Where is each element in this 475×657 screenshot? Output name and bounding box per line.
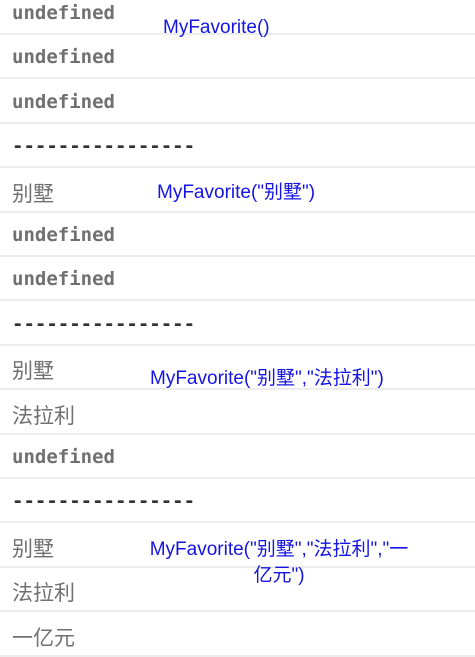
console-row: undefined xyxy=(0,213,475,257)
annotation-call-two-args: MyFavorite("别墅","法拉利") xyxy=(150,368,384,389)
console-log-text: undefined xyxy=(12,446,115,468)
console-row: undefined xyxy=(0,80,475,124)
console-log-text: 法拉利 xyxy=(12,581,75,606)
console-log-text: undefined xyxy=(12,46,115,69)
console-log-text: undefined xyxy=(12,268,115,291)
console-row: ---------------- xyxy=(0,479,475,524)
console-row: ---------------- xyxy=(0,302,475,346)
annotation-call-one-arg: MyFavorite("别墅") xyxy=(157,182,316,203)
console-log-text: undefined xyxy=(12,224,115,246)
console-log-text: 法拉利 xyxy=(12,403,75,428)
console-row: undefined xyxy=(0,257,475,302)
annotation-call-three-args: MyFavorite("别墅","法拉利","一亿元") xyxy=(149,539,409,586)
console-log-text: undefined xyxy=(12,90,115,113)
separator-text: ---------------- xyxy=(12,490,196,513)
console-row: 法拉利 xyxy=(0,391,475,435)
annotation-call-no-args: MyFavorite() xyxy=(163,17,270,38)
separator-text: ---------------- xyxy=(12,312,196,335)
console-log-text: undefined xyxy=(12,2,115,24)
console-log-text: 一亿元 xyxy=(12,625,75,650)
console-row: 一亿元 xyxy=(0,613,475,657)
console-row: ---------------- xyxy=(0,124,475,169)
console-row: undefined xyxy=(0,435,475,479)
console-log-text: 别墅 xyxy=(12,181,54,206)
separator-text: ---------------- xyxy=(12,135,196,158)
console-row: undefined xyxy=(0,35,475,80)
console-log-text: 别墅 xyxy=(12,536,54,561)
console-log-text: 别墅 xyxy=(12,359,54,384)
